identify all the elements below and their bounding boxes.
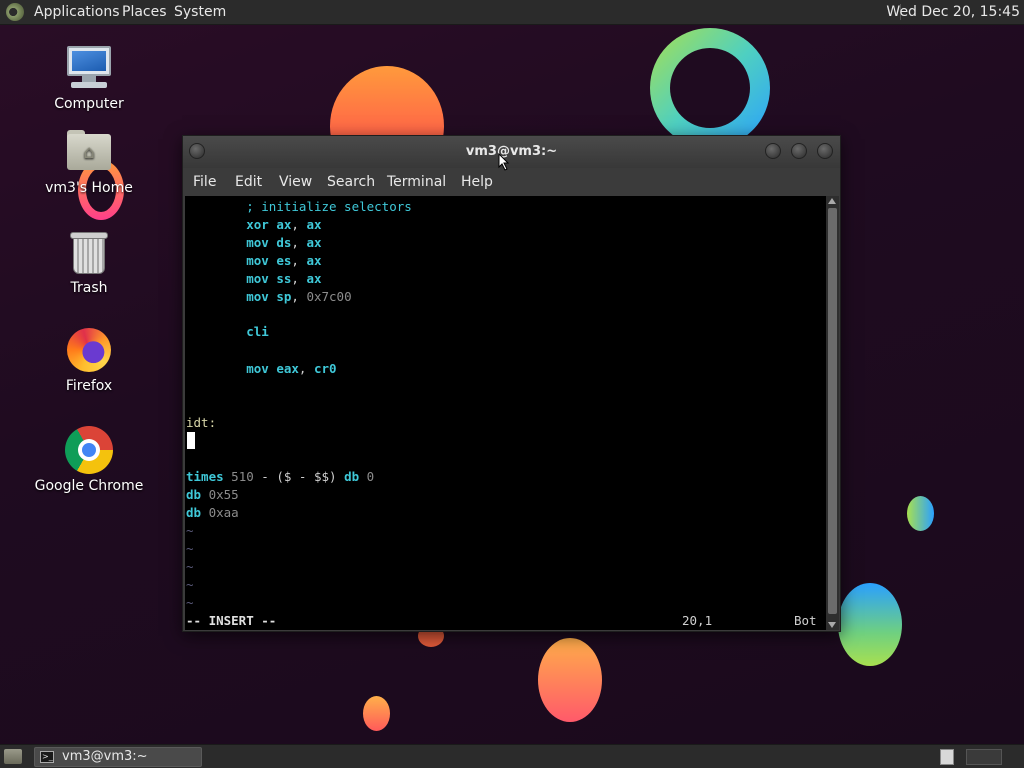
cursor-position: 20,1 [682, 613, 713, 628]
system-menu[interactable]: System [174, 0, 226, 24]
maximize-button[interactable] [791, 143, 807, 159]
desktop-icon-label: vm3's Home [45, 180, 133, 196]
home-folder-icon: ⌂ [65, 128, 113, 176]
desktop-icon-label: Firefox [65, 378, 113, 394]
top-panel: Applications Places System Wed Dec 20, 1… [0, 0, 1024, 25]
desktop-icon-chrome[interactable]: Google Chrome [24, 426, 154, 494]
desktop-icon-trash[interactable]: Trash [24, 228, 154, 296]
code-line: mov ss, ax [246, 271, 322, 286]
mouse-pointer-icon [498, 153, 510, 171]
terminal-window[interactable]: vm3@vm3:~ File Edit View Search Terminal… [182, 135, 841, 632]
computer-icon [65, 44, 113, 92]
desktop-icon-label: Google Chrome [34, 478, 144, 494]
bottom-taskbar: >_ vm3@vm3:~ [0, 744, 1024, 768]
code-line: mov sp, 0x7c00 [246, 289, 352, 304]
code-line: times 510 - ($ - $$) db 0 [186, 469, 375, 484]
code-line: mov eax, cr0 [246, 361, 337, 376]
code-line: mov ds, ax [246, 235, 322, 250]
close-button[interactable] [817, 143, 833, 159]
wallpaper-orb [838, 583, 902, 666]
desktop-icon-label: Trash [70, 280, 108, 296]
desktop-icon-firefox[interactable]: Firefox [24, 326, 154, 394]
code-line: cli [246, 324, 269, 339]
terminal-menubar: File Edit View Search Terminal Help [183, 168, 840, 196]
firefox-icon [65, 326, 113, 374]
code-line: db 0x55 [186, 487, 239, 502]
clock[interactable]: Wed Dec 20, 15:45 [886, 0, 1020, 24]
menu-view[interactable]: View [279, 174, 312, 190]
scroll-up-arrow-icon[interactable] [828, 198, 836, 204]
wallpaper-orb [538, 638, 602, 722]
window-title: vm3@vm3:~ [465, 144, 558, 159]
menu-help[interactable]: Help [461, 174, 493, 190]
code-line: ; initialize selectors [186, 198, 412, 216]
empty-line-marker: ~ [186, 559, 194, 574]
taskbar-item-label: vm3@vm3:~ [62, 749, 148, 764]
applications-menu[interactable]: Applications [34, 0, 120, 24]
distro-logo-icon[interactable] [6, 3, 24, 21]
minimize-button[interactable] [765, 143, 781, 159]
vim-status-line: -- INSERT -- 20,1 Bot [185, 612, 826, 630]
code-comment: ; initialize selectors [246, 199, 412, 214]
scroll-position: Bot [794, 613, 817, 628]
show-desktop-icon[interactable] [4, 749, 22, 764]
menu-search[interactable]: Search [327, 174, 375, 190]
empty-line-marker: ~ [186, 523, 194, 538]
menu-edit[interactable]: Edit [235, 174, 262, 190]
vim-mode-indicator: -- INSERT -- [186, 613, 277, 628]
wallpaper-orb [363, 696, 390, 731]
empty-line-marker: ~ [186, 541, 194, 556]
desktop-icon-home[interactable]: ⌂ vm3's Home [24, 128, 154, 196]
terminal-text-area[interactable]: ; initialize selectors xor ax, ax mov ds… [185, 196, 826, 630]
text-cursor [187, 432, 195, 449]
chrome-icon [65, 426, 113, 474]
menu-file[interactable]: File [193, 174, 216, 190]
taskbar-item-terminal[interactable]: >_ vm3@vm3:~ [34, 747, 202, 767]
terminal-icon: >_ [40, 751, 54, 763]
code-line: mov es, ax [246, 253, 322, 268]
workspace-switcher-1[interactable] [940, 749, 954, 765]
empty-line-marker: ~ [186, 577, 194, 592]
code-line: xor ax, ax [246, 217, 322, 232]
wallpaper-ring [650, 28, 770, 148]
scrollbar-thumb[interactable] [828, 208, 837, 614]
workspace-switcher-2[interactable] [966, 749, 1002, 765]
wallpaper-orb [907, 496, 934, 531]
empty-line-marker: ~ [186, 595, 194, 610]
code-label: idt: [186, 415, 217, 430]
places-menu[interactable]: Places [122, 0, 167, 24]
window-titlebar[interactable]: vm3@vm3:~ [183, 136, 840, 168]
code-line: db 0xaa [186, 505, 239, 520]
desktop-icon-computer[interactable]: Computer [24, 44, 154, 112]
terminal-scrollbar[interactable] [826, 196, 839, 630]
desktop-icon-label: Computer [54, 96, 124, 112]
menu-terminal[interactable]: Terminal [387, 174, 446, 190]
scroll-down-arrow-icon[interactable] [828, 622, 836, 628]
trash-icon [65, 228, 113, 276]
